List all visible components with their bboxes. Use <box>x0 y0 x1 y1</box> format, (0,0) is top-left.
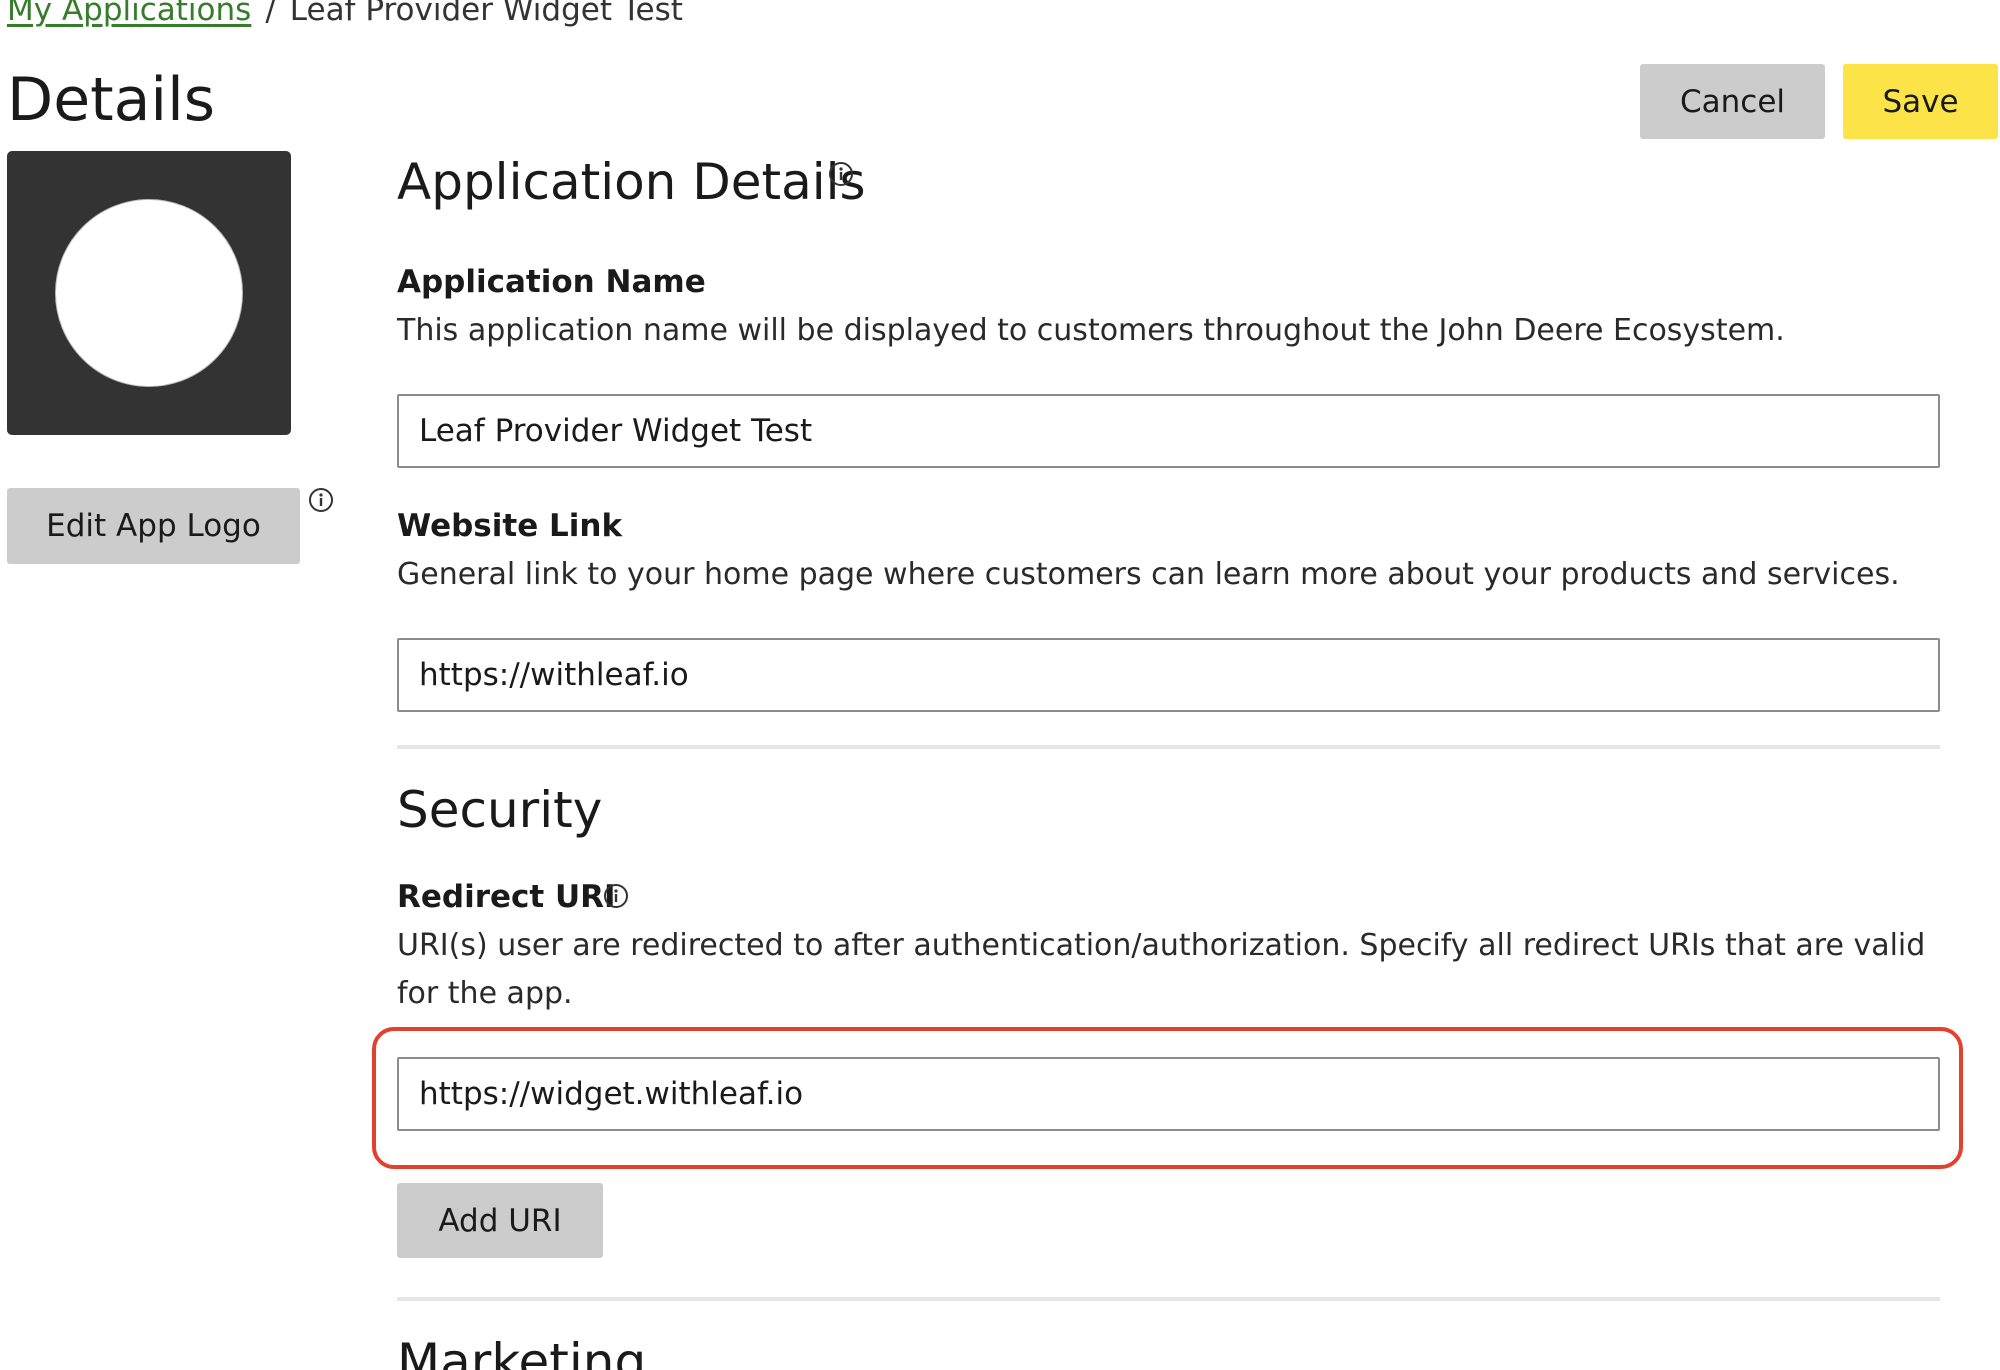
breadcrumb: My Applications / Leaf Provider Widget Tes… <box>7 0 683 30</box>
add-uri-button[interactable]: Add URI <box>397 1183 603 1258</box>
redirect-uri-input[interactable] <box>397 1057 1940 1131</box>
edit-app-logo-button[interactable]: Edit App Logo <box>7 488 300 564</box>
info-icon[interactable] <box>828 161 854 187</box>
page: My Applications / Leaf Provider Widget Tes… <box>0 0 2000 1370</box>
page-title: Details <box>7 65 216 135</box>
application-name-input[interactable] <box>397 394 1940 468</box>
breadcrumb-link-my-applications[interactable]: My Applications <box>7 0 251 28</box>
app-logo-placeholder-circle <box>55 199 243 387</box>
info-icon[interactable] <box>308 487 334 513</box>
website-link-label: Website Link <box>397 508 623 544</box>
section-divider <box>397 745 1940 749</box>
info-icon[interactable] <box>603 883 629 909</box>
application-details-title: Application Details <box>397 153 866 211</box>
save-button[interactable]: Save <box>1843 64 1998 139</box>
security-title: Security <box>397 781 603 839</box>
website-link-description: General link to your home page where cus… <box>397 557 1900 592</box>
breadcrumb-separator: / <box>265 0 276 28</box>
redirect-uri-label: Redirect URI <box>397 879 616 915</box>
redirect-uri-description: URI(s) user are redirected to after auth… <box>397 928 1926 1011</box>
website-link-input[interactable] <box>397 638 1940 712</box>
cancel-button[interactable]: Cancel <box>1640 64 1825 139</box>
marketing-title: Marketing <box>397 1333 647 1370</box>
section-divider <box>397 1297 1940 1301</box>
app-logo <box>7 151 291 435</box>
breadcrumb-current: Leaf Provider Widget Test <box>289 0 683 28</box>
application-name-description: This application name will be displayed … <box>397 313 1785 348</box>
application-name-label: Application Name <box>397 264 706 300</box>
